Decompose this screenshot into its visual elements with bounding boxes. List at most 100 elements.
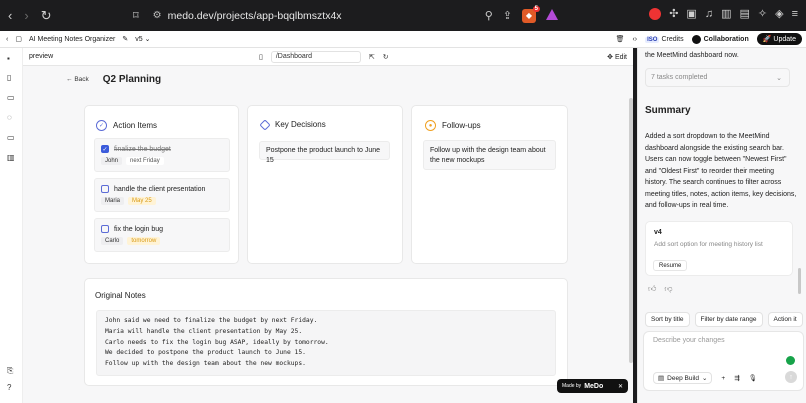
tasks-completed-label: 7 tasks completed [651,74,708,81]
collapse-chevron-icon[interactable]: ‹ [6,36,8,43]
resume-button[interactable]: Resume [653,260,688,271]
brave-shield-icon[interactable]: ◆ 5 [522,5,540,23]
open-external-icon[interactable]: ⇱ [369,53,375,61]
forward-arrow-icon[interactable]: › [24,8,28,23]
preview-label: preview [29,53,54,60]
puzzle-icon[interactable]: ✣ [669,7,678,20]
due-tag: next Friday [126,157,164,165]
media-icon[interactable]: ♫ [705,8,713,20]
medo-logo: MeDo [584,382,604,390]
checkbox-checked[interactable]: ✓ [101,145,109,153]
file-icon[interactable]: ▯ [7,73,11,82]
checkbox[interactable] [101,225,109,233]
page-title: Q2 Planning [102,74,162,85]
help-icon[interactable]: ? [7,383,11,392]
menu-icon[interactable]: ≡ [792,8,798,20]
preview-scrollbar[interactable] [629,98,633,363]
app-header: ‹ ▢ AI Meeting Notes Organizer ✎ v5 ⌄ 🗑 … [0,31,806,48]
thumbs-up-icon[interactable]: 👍︎ [648,284,656,294]
leo-icon[interactable]: ✧ [758,7,767,20]
action-items-card: ✓ Action Items ✓ finalize the budget John… [84,105,239,264]
suggestion-chip[interactable]: Sort by title [645,312,690,327]
add-icon[interactable]: + [721,375,725,382]
edit-label: Edit [614,53,627,61]
microphone-icon[interactable]: 🎙︎ [749,374,757,382]
decision-item: Postpone the product launch to June 15 [259,141,390,164]
browser-toolbar: ‹ › ↻ ⌑ ⚙ medo.dev/projects/app-bqqlbmsz… [0,0,806,31]
action-item-text: handle the client presentation [114,185,206,193]
composer-input[interactable]: Describe your changes [653,337,725,344]
refresh-icon[interactable]: ↻ [383,53,389,61]
send-button[interactable]: ↑ [785,371,797,383]
attach-icon[interactable]: ⇶ [734,374,739,382]
back-button[interactable]: ← Back [66,76,89,83]
plugin-icon[interactable]: ◌ [7,113,12,122]
site-settings-icon[interactable]: ⚙ [153,10,162,21]
original-notes-card: Original Notes John said we need to fina… [84,278,568,386]
chat-scrollbar[interactable] [798,268,801,294]
extension-icon[interactable] [649,7,662,20]
action-item[interactable]: fix the login bug Carlo tomorrow [94,218,230,252]
suggestion-chip[interactable]: Action it [767,312,803,327]
zoom-icon[interactable]: ⚲ [485,9,493,23]
panel-toggle-icon[interactable]: ▢ [15,35,22,43]
storage-icon[interactable]: ▭ [7,133,15,142]
follow-up-item: Follow up with the design team about the… [423,140,556,170]
share-icon[interactable]: ⇪ [503,9,512,23]
suggestion-chip[interactable]: Filter by date range [694,312,763,327]
deep-build-select[interactable]: ▤ Deep Build ⌄ [653,372,713,384]
database-icon[interactable]: ▭ [7,93,15,102]
device-icon[interactable]: ▯ [259,53,263,61]
reload-icon[interactable]: ↻ [41,8,52,24]
url-text[interactable]: medo.dev/projects/app-bqqlbmsztx4x [168,10,342,22]
checkbox[interactable] [101,185,109,193]
key-decisions-card: Key Decisions Postpone the product launc… [247,105,403,264]
update-button[interactable]: 🚀 Update [756,33,802,45]
follow-ups-header: ● Follow-ups [425,120,481,131]
back-arrow-icon[interactable]: ‹ [8,8,12,23]
analytics-icon[interactable]: ▥ [7,153,15,162]
collaboration-icon [691,34,701,44]
edit-button[interactable]: ✥ Edit [607,53,627,61]
version-card-label: v4 [654,229,662,236]
thumbs-down-icon[interactable]: 👎︎ [664,284,672,294]
delete-icon[interactable]: 🗑 [616,35,625,43]
code-icon[interactable]: ‹› [632,36,637,43]
credits[interactable]: ISO Credits [645,36,684,43]
target-icon: ● [425,120,436,131]
screenshot-icon[interactable]: ▣ [686,7,696,20]
assignee-tag: Carlo [101,237,124,245]
wallet-icon[interactable]: ▤ [739,7,749,20]
bookmark-icon[interactable]: ⌑ [133,9,139,22]
key-decisions-title: Key Decisions [275,120,326,129]
feedback: 👍︎ 👎︎ [648,284,673,294]
action-items-title: Action Items [113,121,158,130]
original-notes-text: John said we need to finalize the budget… [96,310,556,376]
version-label: v5 [135,36,143,43]
action-item[interactable]: ✓ finalize the budget John next Friday [94,138,230,172]
edit-pencil-icon[interactable]: ✎ [122,35,128,43]
terminal-icon[interactable]: ▪ [7,54,10,63]
chat-composer[interactable]: Describe your changes ▤ Deep Build ⌄ + ⇶… [643,331,804,391]
follow-ups-title: Follow-ups [442,121,481,130]
address-bar[interactable]: ⌑ ⚙ medo.dev/projects/app-bqqlbmsztx4x ⚲… [128,5,558,26]
update-label: Update [773,36,796,43]
vpn-icon[interactable]: ◈ [775,7,783,20]
made-by-badge[interactable]: Made by MeDo ✕ [557,379,628,393]
preview-route-input[interactable]: /Dashboard [270,50,361,63]
made-by-label: Made by [562,383,582,389]
suggestion-chips: Sort by title Filter by date range Actio… [645,312,803,327]
action-item[interactable]: handle the client presentation Maria May … [94,178,230,212]
sidebar-icon[interactable]: ▥ [721,7,731,20]
preview-toolbar: preview ▯ /Dashboard ⇱ ↻ ✥ Edit [23,48,633,66]
action-item-text: finalize the budget [114,145,171,153]
due-tag: tomorrow [127,237,161,245]
rewards-icon[interactable] [546,8,558,20]
iso-badge: ISO [645,36,660,43]
tasks-completed-toggle[interactable]: 7 tasks completed ⌄ [645,68,790,87]
close-icon[interactable]: ✕ [618,383,623,390]
version-select[interactable]: v5 ⌄ [135,35,150,43]
export-icon[interactable]: ⎘ [7,366,13,376]
collaboration-label: Collaboration [703,35,749,43]
collaboration-button[interactable]: Collaboration [691,34,749,44]
